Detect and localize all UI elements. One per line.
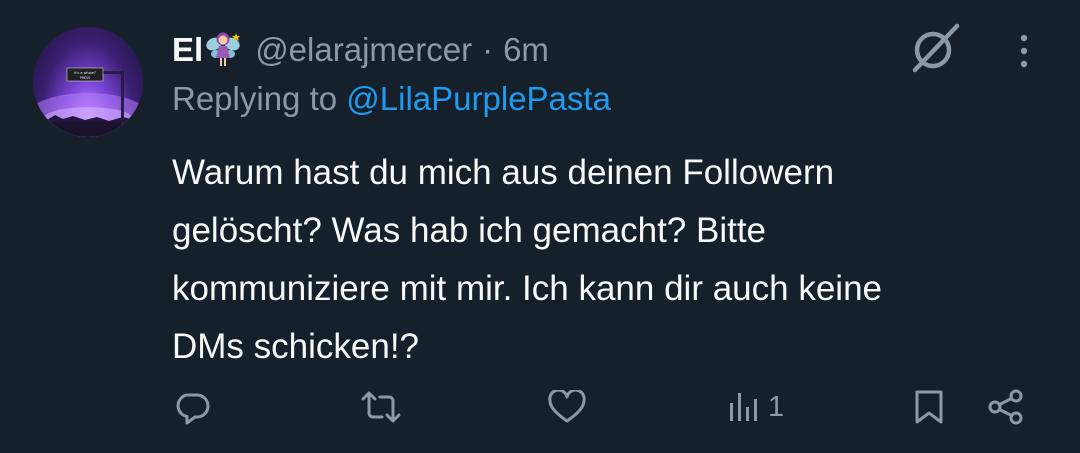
- separator-dot: ·: [482, 31, 494, 68]
- timestamp[interactable]: 6m: [503, 31, 549, 69]
- handle[interactable]: @elarajmercer: [255, 31, 472, 69]
- grok-icon[interactable]: [907, 20, 963, 76]
- share-button[interactable]: [987, 385, 1025, 429]
- tweet[interactable]: it's a whole? PRESS El @elarajmercer · 6…: [0, 0, 1080, 453]
- retweet-icon: [361, 391, 401, 423]
- fairy-emoji-icon: [205, 30, 241, 70]
- bookmark-icon: [915, 390, 943, 424]
- tweet-text-line: Warum hast du mich aus deinen Followern: [172, 153, 835, 192]
- tweet-text: Warum hast du mich aus deinen Followern …: [172, 144, 1052, 376]
- reply-icon: [176, 393, 210, 425]
- heart-icon: [548, 390, 586, 423]
- tweet-header: El @elarajmercer · 6m: [172, 24, 549, 76]
- avatar-image: it's a whole? PRESS: [33, 67, 143, 137]
- tweet-text-line: kommuniziere mit mir. Ich kann dir auch …: [172, 269, 882, 308]
- views-button[interactable]: 1: [728, 385, 784, 429]
- replying-prefix: Replying to: [172, 80, 338, 117]
- retweet-button[interactable]: [361, 385, 401, 429]
- like-button[interactable]: [548, 385, 586, 429]
- replying-to-mention[interactable]: @LilaPurplePasta: [346, 80, 611, 117]
- share-icon: [988, 389, 1023, 425]
- avatar[interactable]: it's a whole? PRESS: [33, 27, 143, 137]
- reply-button[interactable]: [176, 385, 212, 429]
- views-count: 1: [768, 390, 785, 423]
- replying-to: Replying to @LilaPurplePasta: [172, 80, 611, 118]
- tweet-text-line: DMs schicken!?: [172, 327, 420, 366]
- views-icon: [730, 393, 757, 421]
- display-name[interactable]: El: [172, 31, 203, 69]
- bookmark-button[interactable]: [914, 385, 944, 429]
- avatar-sign-text: it's a whole?: [74, 71, 96, 75]
- svg-text:PRESS: PRESS: [80, 76, 90, 80]
- more-options-icon[interactable]: [1009, 28, 1039, 72]
- tweet-text-line: gelöscht? Was hab ich gemacht? Bitte: [172, 211, 767, 250]
